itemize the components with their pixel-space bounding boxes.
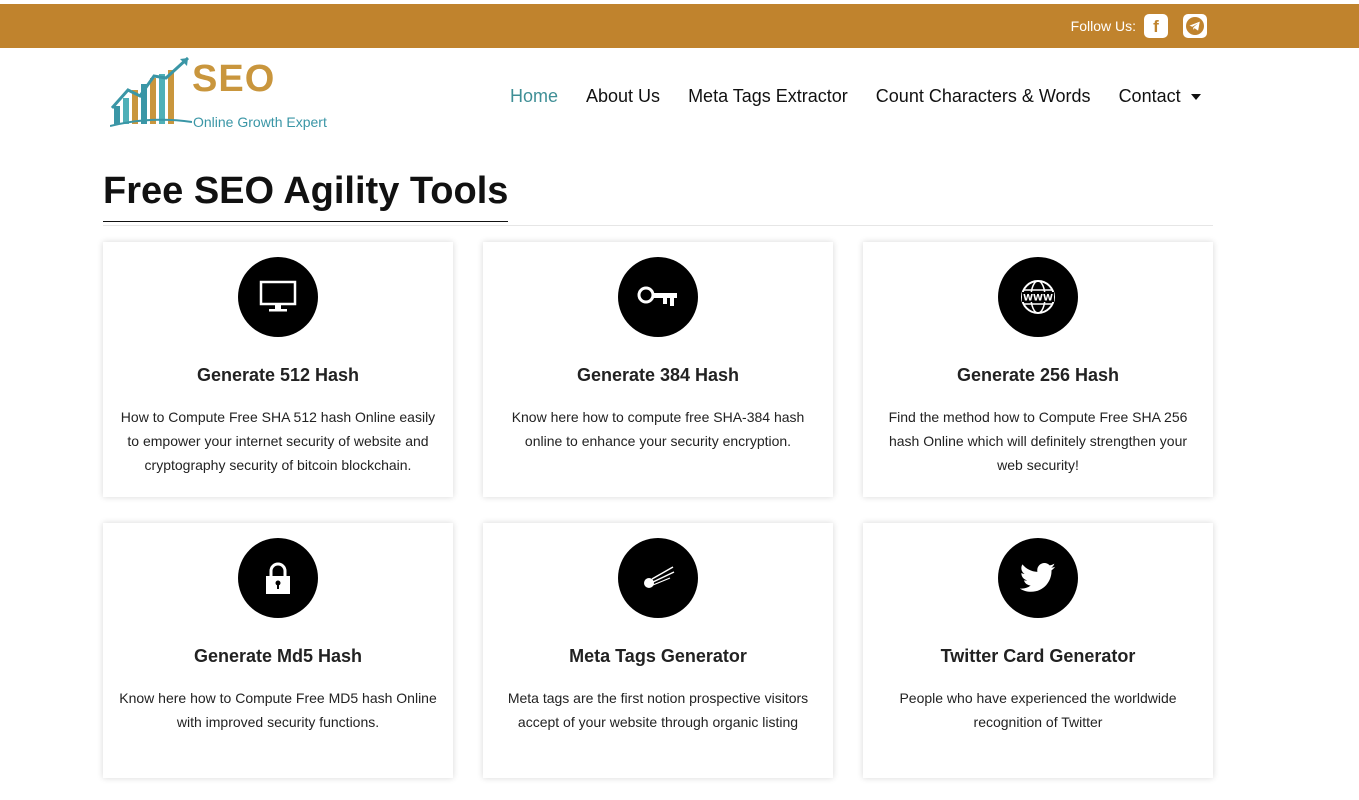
card-title: Twitter Card Generator (940, 646, 1136, 666)
card-title: Generate 384 Hash (576, 365, 740, 385)
card-description: Know here how to compute free SHA-384 ha… (511, 409, 805, 449)
follow-us: Follow Us: f (1071, 4, 1207, 48)
nav-item-contact-label: Contact (1118, 86, 1181, 106)
tool-card-twitter-card-generator[interactable]: Twitter Card Generator People who have e… (863, 523, 1213, 778)
title-section: Free SEO Agility Tools (103, 170, 1213, 226)
nav-item-count-characters-words[interactable]: Count Characters & Words (876, 86, 1091, 107)
nav-item-about-us[interactable]: About Us (586, 86, 660, 107)
main-nav: Home About Us Meta Tags Extractor Count … (510, 86, 1201, 107)
caret-down-icon (1190, 93, 1201, 100)
card-description: How to Compute Free SHA 512 hash Online … (120, 409, 436, 473)
brand-logo[interactable]: SEO Online Growth Expert (110, 54, 350, 130)
tool-card-md5[interactable]: Generate Md5 Hash Know here how to Compu… (103, 523, 453, 778)
card-icon-circle (618, 538, 698, 618)
top-bar: Follow Us: f (0, 4, 1359, 48)
card-description: Know here how to Compute Free MD5 hash O… (119, 690, 437, 730)
card-icon-circle (238, 257, 318, 337)
facebook-icon: f (1153, 16, 1159, 36)
card-icon-circle (618, 257, 698, 337)
lock-icon (266, 562, 290, 594)
site-header: SEO Online Growth Expert Home About Us M… (0, 48, 1359, 148)
tool-card-sha512[interactable]: Generate 512 Hash How to Compute Free SH… (103, 242, 453, 497)
brand-name: SEO (192, 58, 276, 100)
page-title: Free SEO Agility Tools (103, 170, 509, 222)
growth-chart-logo-icon (110, 56, 192, 127)
svg-text:WWW: WWW (1023, 294, 1053, 304)
globe-www-icon: WWW (1021, 280, 1055, 314)
card-title: Generate 256 Hash (956, 365, 1120, 385)
monitor-icon (259, 280, 297, 312)
card-description: Meta tags are the first notion prospecti… (507, 690, 809, 730)
comet-icon (644, 566, 675, 588)
follow-us-label: Follow Us: (1070, 18, 1136, 34)
facebook-link[interactable]: f (1144, 14, 1168, 38)
key-icon (637, 286, 677, 306)
card-title: Meta Tags Generator (569, 646, 747, 666)
brand-tagline: Online Growth Expert (193, 114, 327, 130)
nav-item-contact[interactable]: Contact (1119, 86, 1201, 107)
tool-card-meta-tags-generator[interactable]: Meta Tags Generator Meta tags are the fi… (483, 523, 833, 778)
card-description: Find the method how to Compute Free SHA … (888, 409, 1188, 473)
card-icon-circle: WWW (998, 257, 1078, 337)
nav-item-home[interactable]: Home (510, 86, 558, 107)
nav-item-meta-tags-extractor[interactable]: Meta Tags Extractor (688, 86, 848, 107)
telegram-link[interactable] (1183, 14, 1207, 38)
card-icon-circle (238, 538, 318, 618)
tool-card-sha384[interactable]: Generate 384 Hash Know here how to compu… (483, 242, 833, 497)
card-icon-circle (998, 538, 1078, 618)
telegram-icon (1186, 17, 1204, 35)
tool-card-sha256[interactable]: WWW Generate 256 Hash Find the method ho… (863, 242, 1213, 497)
card-title: Generate Md5 Hash (193, 646, 363, 666)
twitter-bird-icon (1020, 563, 1056, 592)
card-description: People who have experienced the worldwid… (899, 690, 1177, 730)
card-title: Generate 512 Hash (196, 365, 360, 385)
